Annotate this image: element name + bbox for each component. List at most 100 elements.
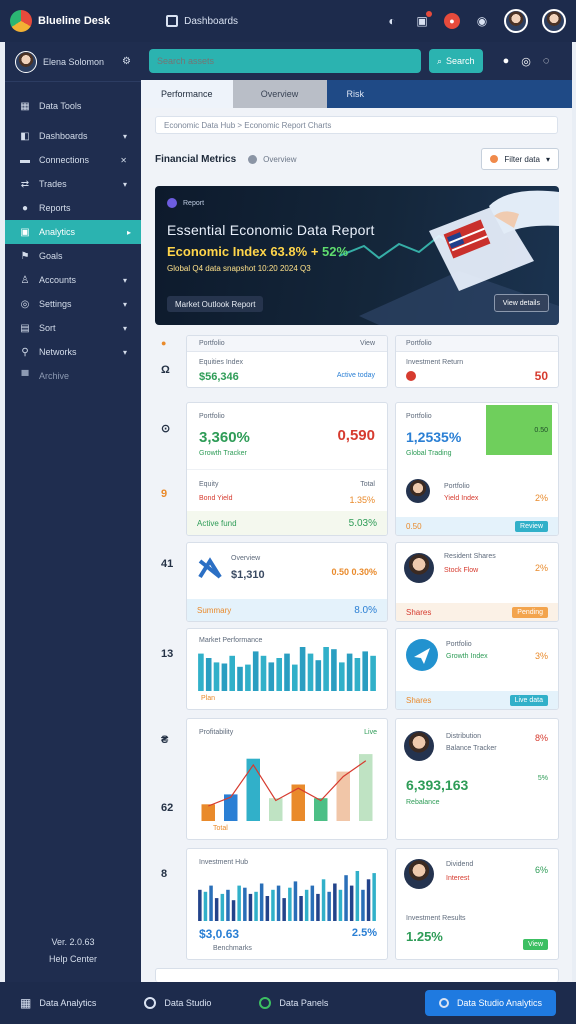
chart-bar bbox=[315, 660, 322, 691]
theme-icon[interactable]: ◐ bbox=[384, 13, 400, 29]
user-icon[interactable]: ● bbox=[503, 55, 510, 68]
sidebar: Elena Solomon ⚙ ▦ Data Tools ◧ Dashboards ▾… bbox=[5, 42, 145, 982]
chart-bar bbox=[245, 664, 251, 691]
chart-bar bbox=[292, 664, 298, 691]
chart-bar bbox=[214, 898, 219, 921]
chart-bar bbox=[243, 887, 247, 921]
chevron-down-icon: ▾ bbox=[545, 154, 550, 164]
main-content: ⌕Search ● ◎ ◌ Performance Overview Risk … bbox=[141, 42, 572, 982]
sidebar-item-settings[interactable]: ◎ Settings ▾ bbox=[5, 292, 141, 316]
chart-bar bbox=[248, 893, 253, 921]
growth-tracker-card[interactable]: Portfolio 3,360% 0,590 Growth Tracker Eq… bbox=[186, 402, 388, 536]
grid-icon: ▦ bbox=[20, 996, 32, 1010]
sidebar-user[interactable]: Elena Solomon ⚙ bbox=[5, 42, 141, 82]
sidebar-item-goals[interactable]: ⚑ Goals bbox=[5, 244, 141, 268]
sidebar-item-data-tools[interactable]: ▦ Data Tools bbox=[5, 94, 141, 118]
sidebar-item-sort[interactable]: ▤ Sort ▾ bbox=[5, 316, 141, 340]
chart-bar bbox=[299, 647, 306, 691]
network-icon: ⚲ bbox=[21, 346, 29, 358]
hero-banner: Report Essential Economic Data Report Ec… bbox=[155, 186, 559, 325]
chart-bar bbox=[366, 879, 371, 921]
avatar[interactable] bbox=[504, 9, 528, 33]
chart-bar bbox=[370, 655, 376, 691]
version-text: Ver. 2.0.63 bbox=[51, 937, 95, 947]
avatar bbox=[15, 50, 37, 73]
settings-icon[interactable]: ⚙ bbox=[122, 56, 131, 67]
view-button[interactable]: View bbox=[522, 939, 548, 950]
balance-tracker-card[interactable]: Distribution Balance Tracker 8% 6,393,16… bbox=[395, 718, 559, 840]
sort-icon: ▤ bbox=[20, 322, 30, 334]
chart-bar bbox=[314, 798, 328, 821]
next-card-edge bbox=[155, 968, 559, 982]
section-header: Financial Metrics Overview Filter data ▾ bbox=[155, 148, 559, 170]
chart-bar bbox=[231, 900, 236, 921]
view-details-button[interactable]: View details bbox=[493, 294, 549, 312]
chart-bar bbox=[291, 784, 305, 821]
status-icon bbox=[406, 371, 416, 381]
chart-bar bbox=[338, 889, 343, 921]
sidebar-item-accounts[interactable]: ♙ Accounts ▾ bbox=[5, 268, 141, 292]
overview-card[interactable]: Overview $1,310 0.50 0.30% Summary 8.0% bbox=[186, 542, 388, 622]
search-button[interactable]: ⌕ Search bbox=[429, 49, 483, 73]
sync-icon[interactable]: ◌ bbox=[543, 55, 550, 68]
sidebar-item-analytics[interactable]: ▣ Analytics ▸ bbox=[5, 220, 145, 244]
growth-index-card[interactable]: Portfolio Growth Index 3% Shares Live da… bbox=[395, 628, 559, 710]
hero-figures: Economic Index 63.8% + 52% bbox=[167, 244, 349, 259]
chart-bar bbox=[354, 658, 361, 691]
studio-analytics-button[interactable]: Data Studio Analytics bbox=[424, 990, 556, 1016]
sidebar-item-connections[interactable]: ▬ Connections ✕ bbox=[5, 148, 141, 172]
chart-bar bbox=[205, 658, 212, 691]
chevron-down-icon: ▾ bbox=[122, 179, 127, 189]
pie-icon: ▣ bbox=[20, 226, 30, 238]
portfolio-card[interactable]: Portfolio View Equities Index $56,346 Ac… bbox=[186, 335, 388, 388]
sidebar-item-reports[interactable]: ● Reports bbox=[5, 196, 141, 220]
bottom-item-panels[interactable]: Data Panels bbox=[259, 997, 328, 1009]
global-trading-card[interactable]: Portfolio 1,2535% Global Trading 0.50 Po… bbox=[395, 402, 559, 536]
chart-bar bbox=[339, 662, 345, 691]
hero-headline: Essential Economic Data Report bbox=[167, 222, 375, 238]
top-nav-label: Dashboards bbox=[184, 15, 239, 27]
sidebar-item-networks[interactable]: ⚲ Networks ▾ bbox=[5, 340, 141, 364]
search-input[interactable] bbox=[149, 49, 421, 73]
sidebar-item-dashboards[interactable]: ◧ Dashboards ▾ bbox=[5, 124, 141, 148]
chart-bar bbox=[237, 885, 241, 921]
sidebar-item-archive[interactable]: ▀ Archive bbox=[5, 364, 141, 388]
avatar bbox=[404, 731, 434, 761]
chart-bar bbox=[209, 885, 213, 921]
tab-performance[interactable]: Performance bbox=[141, 80, 233, 108]
profitability-card[interactable]: Profitability Live Total bbox=[186, 718, 388, 840]
hero-pill[interactable]: Market Outlook Report bbox=[167, 296, 264, 312]
brand[interactable]: Blueline Desk bbox=[10, 10, 110, 32]
stock-flow-card[interactable]: Resident Shares Stock Flow 2% Shares Pen… bbox=[395, 542, 559, 622]
investment-hub-card[interactable]: Investment Hub $3,0.63 2.5% Benchmarks bbox=[186, 848, 388, 960]
chart-bar bbox=[254, 891, 258, 921]
bottom-item-analytics[interactable]: ▦ Data Analytics bbox=[20, 996, 96, 1010]
chevron-down-icon: ▾ bbox=[122, 347, 127, 357]
investment-return-card[interactable]: Portfolio Investment Return 50 bbox=[395, 335, 559, 388]
bottom-bar: ▦ Data Analytics Data Studio Data Panels… bbox=[0, 982, 576, 1024]
tab-risk[interactable]: Risk bbox=[327, 80, 385, 108]
chevron-down-icon: ▾ bbox=[122, 323, 127, 333]
notification-icon[interactable]: ▣ bbox=[414, 11, 432, 29]
market-performance-card[interactable]: Market Performance Plan bbox=[186, 628, 388, 710]
help-link[interactable]: Help Center bbox=[5, 951, 141, 968]
avatar-secondary[interactable] bbox=[542, 9, 566, 33]
tab-overview[interactable]: Overview bbox=[232, 80, 327, 108]
bottom-item-studio[interactable]: Data Studio bbox=[144, 997, 211, 1009]
tab-bar: Performance Overview Risk bbox=[141, 80, 572, 108]
chart-bar bbox=[310, 885, 315, 921]
brand-logo-icon bbox=[10, 10, 32, 32]
interest-card[interactable]: Dividend Interest 6% Investment Results … bbox=[395, 848, 559, 960]
search-bar: ⌕Search ● ◎ ◌ bbox=[141, 42, 572, 80]
chart-bar bbox=[321, 879, 326, 921]
report-badge: Report bbox=[167, 198, 204, 208]
filter-dropdown[interactable]: Filter data ▾ bbox=[481, 148, 559, 170]
refresh-icon[interactable]: ◎ bbox=[521, 55, 531, 68]
chat-icon[interactable]: ◉ bbox=[474, 13, 490, 29]
sidebar-item-trades[interactable]: ⇄ Trades ▾ bbox=[5, 172, 141, 196]
top-nav-dashboards[interactable]: Dashboards bbox=[166, 15, 238, 27]
chart-bar bbox=[237, 666, 243, 691]
circle-icon bbox=[144, 997, 157, 1009]
archive-icon: ▀ bbox=[21, 370, 29, 382]
alert-icon[interactable]: ● bbox=[444, 13, 460, 29]
